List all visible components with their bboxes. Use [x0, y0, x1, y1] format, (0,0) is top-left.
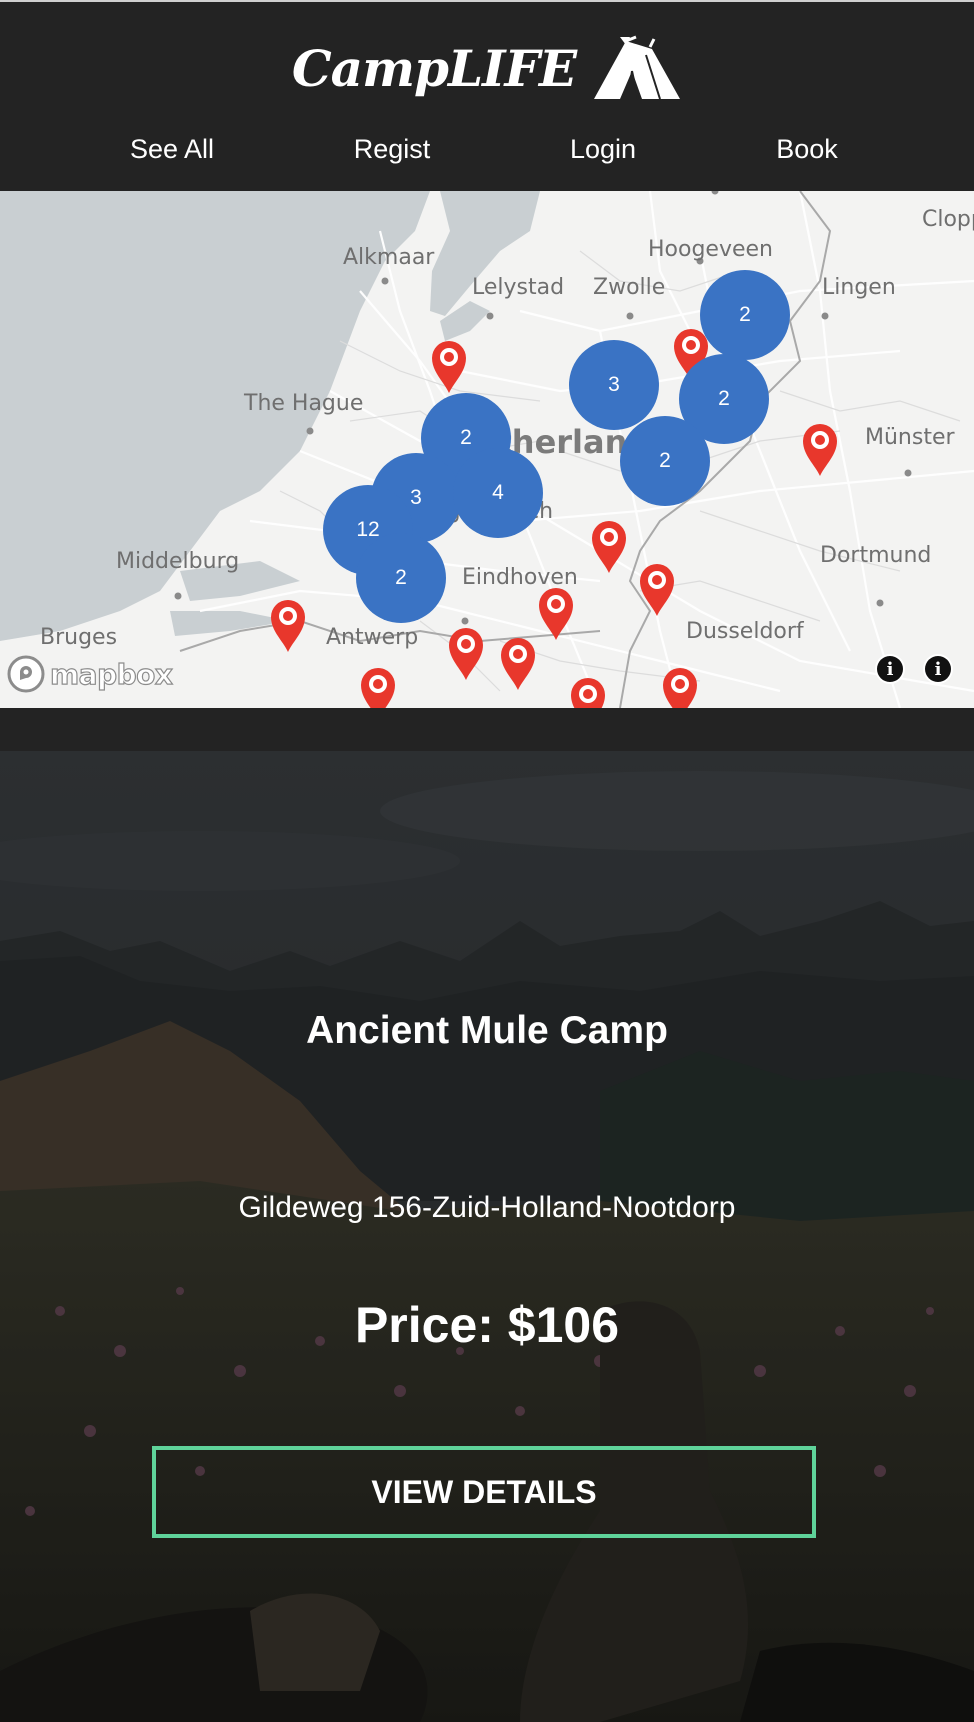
map-cluster[interactable]: 2: [700, 270, 790, 360]
map-label-dusseldorf: Dusseldorf: [686, 619, 804, 644]
map-label-hoogeveen: Hoogeveen: [648, 237, 773, 262]
camp-map[interactable]: Cloppenburg Hoogeveen Alkmaar Lelystad Z…: [0, 191, 974, 708]
map-info-button[interactable]: i: [923, 654, 953, 684]
tent-icon: [594, 35, 681, 100]
info-icon: i: [925, 656, 951, 682]
map-pin-icon[interactable]: [269, 597, 307, 653]
site-header: CampLIFE See All Regist Login Book: [0, 0, 974, 191]
mapbox-logo-icon: [7, 655, 45, 693]
map-cluster[interactable]: 3: [569, 340, 659, 430]
map-pin-icon[interactable]: [590, 518, 628, 574]
map-pin-icon[interactable]: [661, 665, 699, 708]
mapbox-attribution[interactable]: mapbox: [6, 654, 174, 694]
map-pin-icon[interactable]: [430, 338, 468, 394]
map-pin-icon[interactable]: [537, 585, 575, 641]
nav-regist[interactable]: Regist: [354, 134, 431, 165]
nav-book[interactable]: Book: [776, 134, 838, 165]
map-pin-icon[interactable]: [447, 625, 485, 681]
mapbox-wordmark: mapbox: [49, 657, 173, 691]
section-divider: [0, 708, 974, 751]
map-cluster[interactable]: 4: [453, 448, 543, 538]
map-info-button[interactable]: i: [875, 654, 905, 684]
info-icon: i: [877, 656, 903, 682]
brand-logo[interactable]: CampLIFE: [0, 32, 974, 104]
map-label-alkmaar: Alkmaar: [343, 245, 435, 270]
map-pin-icon[interactable]: [801, 421, 839, 477]
map-label-cloppenburg: Cloppenburg: [922, 207, 974, 232]
map-label-dortmund: Dortmund: [820, 543, 932, 568]
map-pin-icon[interactable]: [359, 665, 397, 708]
map-pin-icon[interactable]: [638, 561, 676, 617]
camp-card: Ancient Mule Camp Gildeweg 156-Zuid-Holl…: [0, 751, 974, 1722]
camp-title: Ancient Mule Camp: [306, 1009, 668, 1052]
map-label-antwerp: Antwerp: [326, 625, 419, 650]
map-label-lingen: Lingen: [822, 275, 896, 300]
map-label-lelystad: Lelystad: [472, 275, 565, 300]
main-nav: See All Regist Login Book: [0, 134, 974, 178]
map-cluster[interactable]: 2: [620, 416, 710, 506]
map-label-middelburg: Middelburg: [116, 549, 240, 574]
camp-background-image: [0, 751, 974, 1722]
brand-name[interactable]: CampLIFE: [292, 39, 577, 98]
camp-address: Gildeweg 156-Zuid-Holland-Nootdorp: [238, 1191, 736, 1224]
map-label-bruges: Bruges: [40, 625, 118, 650]
view-details-button[interactable]: VIEW DETAILS: [152, 1446, 816, 1538]
nav-login[interactable]: Login: [570, 134, 636, 165]
map-label-munster: Münster: [865, 425, 955, 450]
map-pin-icon[interactable]: [569, 675, 607, 708]
camp-price: Price: $106: [354, 1297, 620, 1353]
map-pin-icon[interactable]: [499, 635, 537, 691]
nav-see-all[interactable]: See All: [130, 134, 214, 165]
map-cluster[interactable]: 2: [356, 533, 446, 623]
map-label-the-hague: The Hague: [244, 391, 364, 416]
map-label-zwolle: Zwolle: [593, 275, 666, 300]
